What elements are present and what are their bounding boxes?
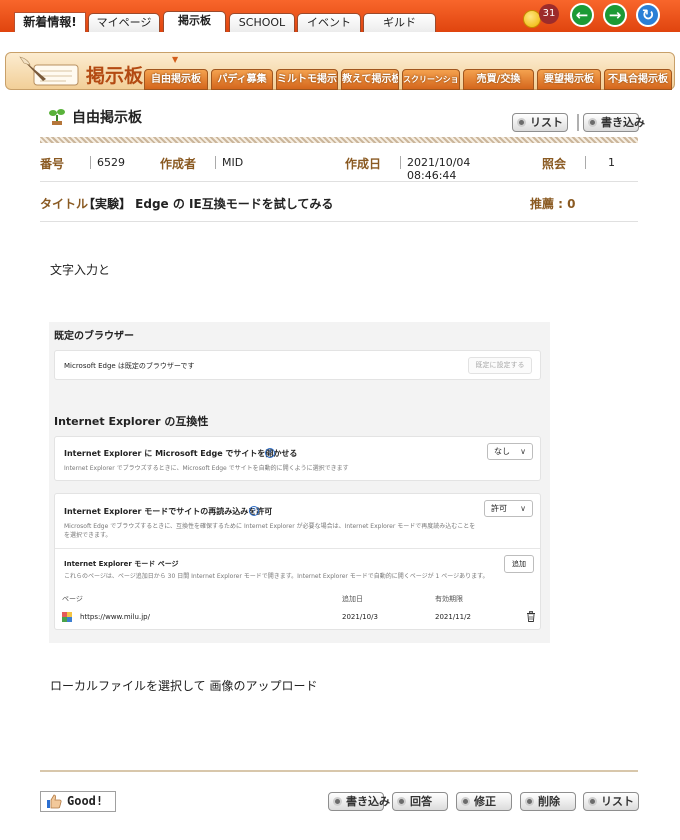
- title-label: タイトル: [40, 197, 89, 211]
- reload-desc-line2: を選択できます。: [64, 532, 112, 539]
- board-tab-trade[interactable]: 売買/交換: [463, 69, 534, 90]
- add-page-button[interactable]: 追加: [504, 555, 534, 573]
- edit-button[interactable]: 修正: [456, 792, 512, 811]
- post-author: MID: [215, 156, 243, 169]
- board-tab-bugs[interactable]: 不具合掲示板: [604, 69, 672, 90]
- tab-bulletin-board[interactable]: 掲示板: [163, 11, 226, 32]
- reply-button[interactable]: 回答: [392, 792, 448, 811]
- good-button[interactable]: Good!: [40, 791, 116, 812]
- card-divider: [55, 548, 540, 549]
- tab-event[interactable]: イベント: [297, 13, 361, 32]
- default-browser-heading: 既定のブラウザー: [54, 331, 134, 342]
- open-in-edge-select[interactable]: なし ∨: [487, 443, 533, 460]
- post-views: 1: [585, 156, 615, 169]
- body-text-line2: ローカルファイルを選択して 画像のアップロード: [50, 679, 318, 693]
- attached-screenshot: 既定のブラウザー Microsoft Edge は既定のブラウザーです 既定に設…: [49, 322, 550, 643]
- header-divider: [40, 137, 638, 143]
- ie-pages-title: Internet Explorer モード ページ: [64, 560, 179, 568]
- ie-mode-card: Internet Explorer モードでサイトの再読み込みを許可 ? Mic…: [54, 493, 541, 630]
- write-button[interactable]: 書き込み: [328, 792, 390, 811]
- post-title: 【実験】 Edge の IE互換モードを試してみる: [83, 197, 334, 211]
- bullet-icon: [333, 797, 342, 806]
- bullet-icon: [397, 797, 406, 806]
- page-added-date: 2021/10/3: [342, 613, 378, 621]
- ie-compat-heading: Internet Explorer の互換性: [54, 415, 209, 428]
- bullet-icon: [588, 118, 597, 127]
- chevron-down-icon: ∨: [520, 447, 526, 456]
- default-browser-card: Microsoft Edge は既定のブラウザーです 既定に設定する: [54, 350, 541, 380]
- trash-icon[interactable]: [526, 611, 536, 622]
- sprout-icon: [49, 109, 65, 125]
- open-in-edge-title: Internet Explorer に Microsoft Edge でサイトを…: [64, 449, 298, 458]
- post-date: 2021/10/04 08:46:44: [400, 156, 520, 182]
- footer-divider: [40, 770, 638, 772]
- views-label: 照会: [542, 157, 567, 171]
- current-board-marker-icon: ▼: [172, 55, 179, 64]
- reload-title: Internet Explorer モードでサイトの再読み込みを許可: [64, 507, 273, 516]
- chevron-down-icon: ∨: [520, 504, 526, 513]
- new-info-tab[interactable]: 新着情報!: [14, 12, 86, 32]
- post-number: 6529: [90, 156, 125, 169]
- quill-scroll-icon: [19, 56, 79, 86]
- board-tab-screenshot[interactable]: スクリーンショット: [402, 69, 460, 90]
- open-in-edge-card: Internet Explorer に Microsoft Edge でサイトを…: [54, 436, 541, 481]
- help-icon[interactable]: ?: [249, 506, 259, 516]
- reload-desc-line1: Microsoft Edge でブラウズするときに、互換性を確保するために In…: [64, 523, 476, 530]
- board-tab-teach[interactable]: 教えて掲示板: [341, 69, 399, 90]
- col-expires: 有効期限: [435, 595, 463, 603]
- body-text-line1: 文字入力と: [50, 263, 111, 277]
- col-page: ページ: [62, 595, 83, 603]
- date-label: 作成日: [345, 157, 382, 171]
- board-header: 掲示板 ▼ 自由掲示板 パディ募集 ミルトモ掲示板 教えて掲示板 スクリーンショ…: [5, 52, 675, 90]
- help-icon[interactable]: ?: [265, 448, 275, 458]
- forward-arrow-icon[interactable]: →: [603, 3, 627, 27]
- board-tab-party[interactable]: パディ募集: [211, 69, 273, 90]
- number-label: 番号: [40, 157, 65, 171]
- page-url: https://www.milu.jp/: [80, 613, 150, 621]
- top-navigation-bar: 新着情報! マイページ 掲示板 SCHOOL イベント ギルド 31 ← → ↻: [0, 0, 680, 32]
- tab-guild[interactable]: ギルド: [363, 13, 436, 32]
- recommend-count: 推薦 : 0: [530, 197, 576, 211]
- board-tab-free[interactable]: 自由掲示板: [144, 69, 208, 90]
- set-default-button[interactable]: 既定に設定する: [468, 357, 532, 374]
- title-divider: [40, 221, 638, 222]
- write-button[interactable]: 書き込み: [583, 113, 645, 132]
- refresh-icon[interactable]: ↻: [636, 3, 660, 27]
- tab-mypage[interactable]: マイページ: [88, 13, 160, 32]
- bullet-icon: [461, 797, 470, 806]
- col-added: 追加日: [342, 595, 363, 603]
- thumbs-up-icon: [47, 794, 62, 809]
- bullet-icon: [517, 118, 526, 127]
- tab-school[interactable]: SCHOOL: [229, 13, 295, 32]
- back-arrow-icon[interactable]: ←: [570, 3, 594, 27]
- reload-select[interactable]: 許可 ∨: [484, 500, 533, 517]
- list-button[interactable]: リスト: [512, 113, 568, 132]
- bullet-icon: [525, 797, 534, 806]
- page-expiry-date: 2021/11/2: [435, 613, 471, 621]
- board-tab-requests[interactable]: 要望掲示板: [537, 69, 601, 90]
- board-tab-milutomo[interactable]: ミルトモ掲示板: [276, 69, 338, 90]
- site-favicon-icon: [62, 612, 72, 622]
- notification-count: 31: [539, 4, 559, 24]
- ie-pages-desc: これらのページは、ページ追加日から 30 日間 Internet Explore…: [64, 573, 489, 580]
- board-title: 掲示板: [86, 65, 144, 87]
- delete-button[interactable]: 削除: [520, 792, 576, 811]
- list-button[interactable]: リスト: [583, 792, 639, 811]
- bullet-icon: [588, 797, 597, 806]
- author-label: 作成者: [160, 157, 197, 171]
- notification-badge[interactable]: 31: [523, 3, 563, 31]
- button-separator: [577, 114, 579, 131]
- meta-divider: [40, 181, 638, 182]
- default-browser-text: Microsoft Edge は既定のブラウザーです: [64, 362, 195, 370]
- open-in-edge-desc: Internet Explorer でブラウズするときに、Microsoft E…: [64, 465, 349, 472]
- post-board-name: 自由掲示板: [72, 110, 142, 126]
